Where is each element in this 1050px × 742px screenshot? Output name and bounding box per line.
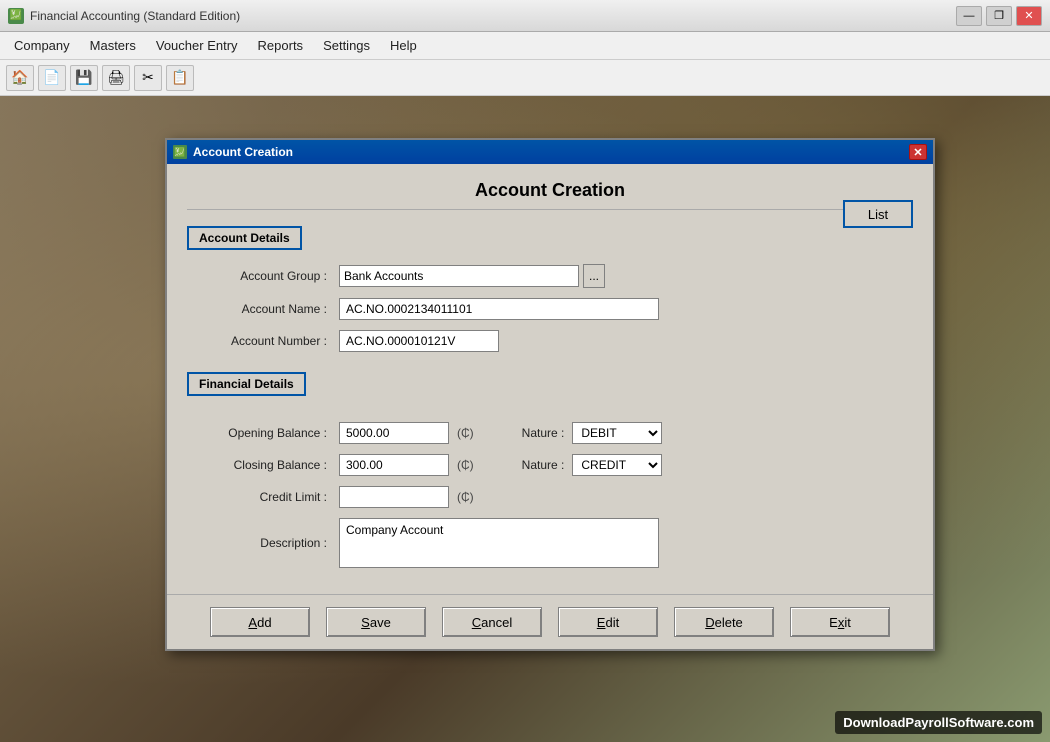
menu-voucher-entry[interactable]: Voucher Entry (146, 34, 248, 57)
dialog-footer: Add Save Cancel Edit Delete Exit (167, 594, 933, 649)
account-creation-dialog: 💹 Account Creation ✕ Account Creation Li… (165, 138, 935, 651)
add-label: Add (248, 615, 271, 630)
account-name-row: Account Name : (187, 298, 913, 320)
closing-balance-input[interactable] (339, 454, 449, 476)
account-group-row: Account Group : Bank Accounts ... (187, 264, 913, 288)
dialog-titlebar: 💹 Account Creation ✕ (167, 140, 933, 164)
exit-button[interactable]: Exit (790, 607, 890, 637)
closing-balance-row: Closing Balance : (₵) Nature : DEBIT CRE… (187, 454, 913, 476)
description-row: Description : Company Account (187, 518, 913, 568)
description-label: Description : (187, 536, 327, 550)
menu-settings[interactable]: Settings (313, 34, 380, 57)
toolbar-btn-1[interactable]: 🏠 (6, 65, 34, 91)
menu-masters[interactable]: Masters (80, 34, 146, 57)
account-number-input[interactable] (339, 330, 499, 352)
close-button[interactable]: ✕ (1016, 6, 1042, 26)
account-group-browse-btn[interactable]: ... (583, 264, 605, 288)
edit-button[interactable]: Edit (558, 607, 658, 637)
delete-label: Delete (705, 615, 743, 630)
opening-nature-label: Nature : (522, 426, 565, 440)
account-group-control: Bank Accounts ... (339, 264, 605, 288)
dialog-backdrop: 💹 Account Creation ✕ Account Creation Li… (0, 96, 1050, 742)
delete-button[interactable]: Delete (674, 607, 774, 637)
description-textarea[interactable]: Company Account (339, 518, 659, 568)
credit-limit-label: Credit Limit : (187, 490, 327, 504)
dialog-close-button[interactable]: ✕ (909, 144, 927, 160)
credit-limit-input[interactable] (339, 486, 449, 508)
dialog-icon: 💹 (173, 145, 187, 159)
opening-balance-row: Opening Balance : (₵) Nature : DEBIT CRE… (187, 422, 913, 444)
watermark: DownloadPayrollSoftware.com (835, 711, 1042, 734)
menu-reports[interactable]: Reports (248, 34, 314, 57)
add-button[interactable]: Add (210, 607, 310, 637)
menubar: Company Masters Voucher Entry Reports Se… (0, 32, 1050, 60)
toolbar-btn-4[interactable]: 🖨 (102, 65, 130, 91)
toolbar: 🏠 📄 💾 🖨 ✂ 📋 (0, 60, 1050, 96)
restore-button[interactable]: ❐ (986, 6, 1012, 26)
window-controls: — ❐ ✕ (956, 6, 1042, 26)
titlebar-title: Financial Accounting (Standard Edition) (30, 9, 956, 23)
cancel-button[interactable]: Cancel (442, 607, 542, 637)
save-button[interactable]: Save (326, 607, 426, 637)
opening-balance-label: Opening Balance : (187, 426, 327, 440)
dialog-main-title: Account Creation (187, 180, 913, 210)
opening-nature-select[interactable]: DEBIT CREDIT (572, 422, 662, 444)
edit-label: Edit (597, 615, 619, 630)
closing-balance-label: Closing Balance : (187, 458, 327, 472)
minimize-button[interactable]: — (956, 6, 982, 26)
account-details-section: Account Details (187, 226, 302, 250)
list-button[interactable]: List (843, 200, 913, 228)
toolbar-btn-6[interactable]: 📋 (166, 65, 194, 91)
exit-label: Exit (829, 615, 851, 630)
closing-currency: (₵) (457, 458, 474, 472)
account-name-input[interactable] (339, 298, 659, 320)
app-icon: 💹 (8, 8, 24, 24)
financial-details-section: Financial Details (187, 372, 306, 396)
menu-company[interactable]: Company (4, 34, 80, 57)
dialog-titlebar-label: Account Creation (193, 145, 293, 159)
toolbar-btn-2[interactable]: 📄 (38, 65, 66, 91)
credit-currency: (₵) (457, 490, 474, 504)
toolbar-btn-3[interactable]: 💾 (70, 65, 98, 91)
toolbar-btn-5[interactable]: ✂ (134, 65, 162, 91)
menu-help[interactable]: Help (380, 34, 427, 57)
cancel-label: Cancel (472, 615, 512, 630)
opening-currency: (₵) (457, 426, 474, 440)
account-name-label: Account Name : (187, 302, 327, 316)
titlebar: 💹 Financial Accounting (Standard Edition… (0, 0, 1050, 32)
dialog-body: Account Creation List Account Details Ac… (167, 164, 933, 594)
account-number-label: Account Number : (187, 334, 327, 348)
credit-limit-row: Credit Limit : (₵) (187, 486, 913, 508)
account-group-select[interactable]: Bank Accounts (339, 265, 579, 287)
opening-balance-input[interactable] (339, 422, 449, 444)
account-group-label: Account Group : (187, 269, 327, 283)
account-number-row: Account Number : (187, 330, 913, 352)
closing-nature-label: Nature : (522, 458, 565, 472)
save-label: Save (361, 615, 391, 630)
closing-nature-select[interactable]: DEBIT CREDIT (572, 454, 662, 476)
